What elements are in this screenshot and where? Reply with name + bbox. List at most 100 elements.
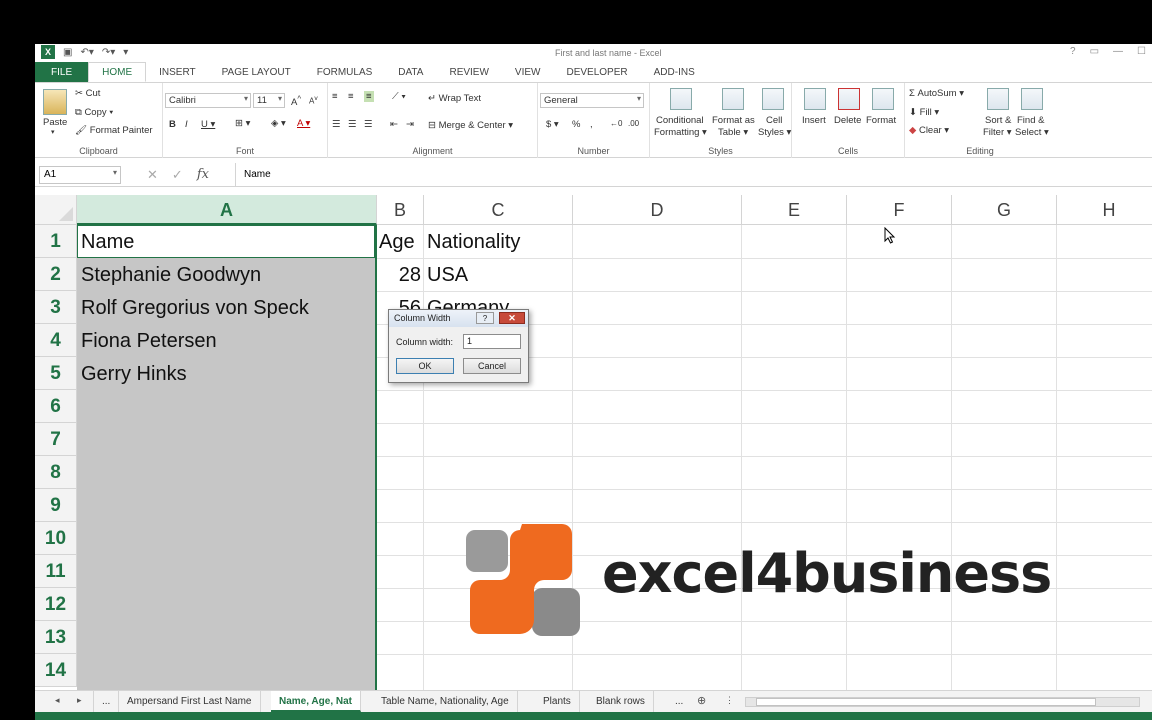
row-header-12[interactable]: 12 — [35, 588, 77, 621]
sheet-tab-name-age-nat[interactable]: Name, Age, Nat — [271, 691, 361, 712]
underline-icon[interactable]: U ▾ — [201, 119, 215, 130]
cell-a5[interactable]: Gerry Hinks — [81, 358, 375, 391]
tab-formulas[interactable]: FORMULAS — [304, 62, 386, 82]
formula-input[interactable]: Name — [235, 163, 1152, 187]
row-header-5[interactable]: 5 — [35, 357, 77, 390]
select-all-button[interactable] — [35, 195, 77, 225]
top-align-icon[interactable]: ≡ — [332, 91, 338, 102]
row-header-14[interactable]: 14 — [35, 654, 77, 687]
copy-button[interactable]: ⧉ Copy ▾ — [75, 107, 113, 118]
sheet-tab-table[interactable]: Table Name, Nationality, Age — [373, 691, 518, 712]
tab-home[interactable]: HOME — [88, 62, 147, 82]
cell-c1[interactable]: Nationality — [427, 226, 571, 259]
undo-icon[interactable]: ↶▾ — [80, 47, 93, 58]
find-label[interactable]: Find & — [1017, 115, 1044, 126]
row-header-4[interactable]: 4 — [35, 324, 77, 357]
cell-styles-icon[interactable] — [762, 88, 784, 110]
column-header-d[interactable]: D — [573, 195, 742, 225]
sort-filter-icon[interactable] — [987, 88, 1009, 110]
dialog-close-button[interactable]: ✕ — [499, 312, 525, 324]
column-header-e[interactable]: E — [742, 195, 847, 225]
cell-label[interactable]: Cell — [766, 115, 782, 126]
middle-align-icon[interactable]: ≡ — [348, 91, 354, 102]
ok-button[interactable]: OK — [396, 358, 454, 374]
align-center-icon[interactable]: ☰ — [348, 119, 357, 130]
paste-icon[interactable] — [43, 89, 67, 115]
paste-button[interactable]: Paste — [43, 117, 67, 128]
row-header-1[interactable]: 1 — [35, 225, 77, 258]
confirm-entry-icon[interactable]: ✓ — [172, 167, 183, 183]
column-width-input[interactable]: 1 — [463, 334, 521, 349]
sheet-tab-ampersand[interactable]: Ampersand First Last Name — [119, 691, 261, 712]
cancel-entry-icon[interactable]: ✕ — [147, 167, 158, 183]
bottom-align-icon[interactable]: ≡ — [364, 91, 374, 102]
horizontal-scroll-thumb[interactable] — [756, 698, 1096, 706]
cell-a1[interactable]: Name — [81, 226, 375, 259]
shrink-font-icon[interactable]: Av — [309, 95, 318, 106]
number-format-select[interactable]: General — [540, 93, 644, 108]
name-box[interactable]: A1 — [39, 166, 121, 184]
wrap-text-button[interactable]: ↵ Wrap Text — [428, 93, 481, 104]
sort-label[interactable]: Sort & — [985, 115, 1011, 126]
tab-data[interactable]: DATA — [385, 62, 436, 82]
row-header-8[interactable]: 8 — [35, 456, 77, 489]
decrease-decimal-icon[interactable]: .00 — [628, 119, 639, 128]
sheet-tab-more-left[interactable]: ... — [93, 691, 120, 712]
format-cells-icon[interactable] — [872, 88, 894, 110]
tab-view[interactable]: VIEW — [502, 62, 554, 82]
grow-font-icon[interactable]: A^ — [291, 94, 301, 108]
row-header-6[interactable]: 6 — [35, 390, 77, 423]
font-color-icon[interactable]: A ▾ — [297, 118, 310, 129]
autosum-button[interactable]: Σ AutoSum ▾ — [909, 88, 964, 99]
clear-button[interactable]: ◆ Clear ▾ — [909, 125, 949, 136]
decrease-indent-icon[interactable]: ⇤ — [390, 119, 398, 130]
tab-insert[interactable]: INSERT — [146, 62, 209, 82]
format-button[interactable]: Format — [866, 115, 896, 126]
cell-a4[interactable]: Fiona Petersen — [81, 325, 375, 358]
redo-icon[interactable]: ↷▾ — [102, 47, 115, 58]
increase-decimal-icon[interactable]: ←0 — [610, 119, 622, 128]
formatting-label[interactable]: Formatting ▾ — [654, 127, 707, 138]
delete-button[interactable]: Delete — [834, 115, 861, 126]
format-as-label[interactable]: Format as — [712, 115, 755, 126]
maximize-icon[interactable]: ☐ — [1137, 46, 1146, 57]
increase-indent-icon[interactable]: ⇥ — [406, 119, 414, 130]
cell-b2[interactable]: 28 — [377, 259, 421, 292]
borders-icon[interactable]: ⊞ ▾ — [235, 118, 250, 129]
scroll-sheets-left-icon[interactable]: ◂ — [55, 695, 60, 706]
new-sheet-icon[interactable]: ⊕ — [697, 694, 706, 707]
sheet-tab-blank-rows[interactable]: Blank rows — [588, 691, 654, 712]
binoculars-icon[interactable] — [1021, 88, 1043, 110]
horizontal-scrollbar[interactable] — [745, 697, 1140, 707]
cut-button[interactable]: ✂ Cut — [75, 88, 100, 99]
tab-developer[interactable]: DEVELOPER — [553, 62, 640, 82]
conditional-formatting-icon[interactable] — [670, 88, 692, 110]
styles-label[interactable]: Styles ▾ — [758, 127, 791, 138]
fill-color-icon[interactable]: ◈ ▾ — [271, 118, 286, 129]
orientation-icon[interactable]: ⟋ ▾ — [392, 91, 406, 102]
column-header-a[interactable]: A — [77, 195, 377, 225]
row-header-2[interactable]: 2 — [35, 258, 77, 291]
row-header-13[interactable]: 13 — [35, 621, 77, 654]
filter-label[interactable]: Filter ▾ — [983, 127, 1012, 138]
cell-a2[interactable]: Stephanie Goodwyn — [81, 259, 375, 292]
column-header-h[interactable]: H — [1057, 195, 1152, 225]
currency-icon[interactable]: $ ▾ — [546, 119, 559, 130]
cell-b1[interactable]: Age — [379, 226, 423, 259]
font-name-select[interactable]: Calibri — [165, 93, 251, 108]
select-label[interactable]: Select ▾ — [1015, 127, 1049, 138]
table-label[interactable]: Table ▾ — [718, 127, 748, 138]
dialog-help-button[interactable]: ? — [476, 312, 494, 324]
column-header-f[interactable]: F — [847, 195, 952, 225]
percent-icon[interactable]: % — [572, 119, 580, 130]
insert-button[interactable]: Insert — [802, 115, 826, 126]
column-header-c[interactable]: C — [424, 195, 573, 225]
align-right-icon[interactable]: ☰ — [364, 119, 373, 130]
italic-icon[interactable]: I — [185, 119, 188, 130]
merge-center-button[interactable]: ⊟ Merge & Center ▾ — [428, 120, 513, 131]
delete-cells-icon[interactable] — [838, 88, 860, 110]
insert-cells-icon[interactable] — [804, 88, 826, 110]
customize-qat-icon[interactable]: ▾ — [123, 47, 128, 58]
comma-icon[interactable]: , — [590, 119, 593, 130]
tab-review[interactable]: REVIEW — [436, 62, 501, 82]
